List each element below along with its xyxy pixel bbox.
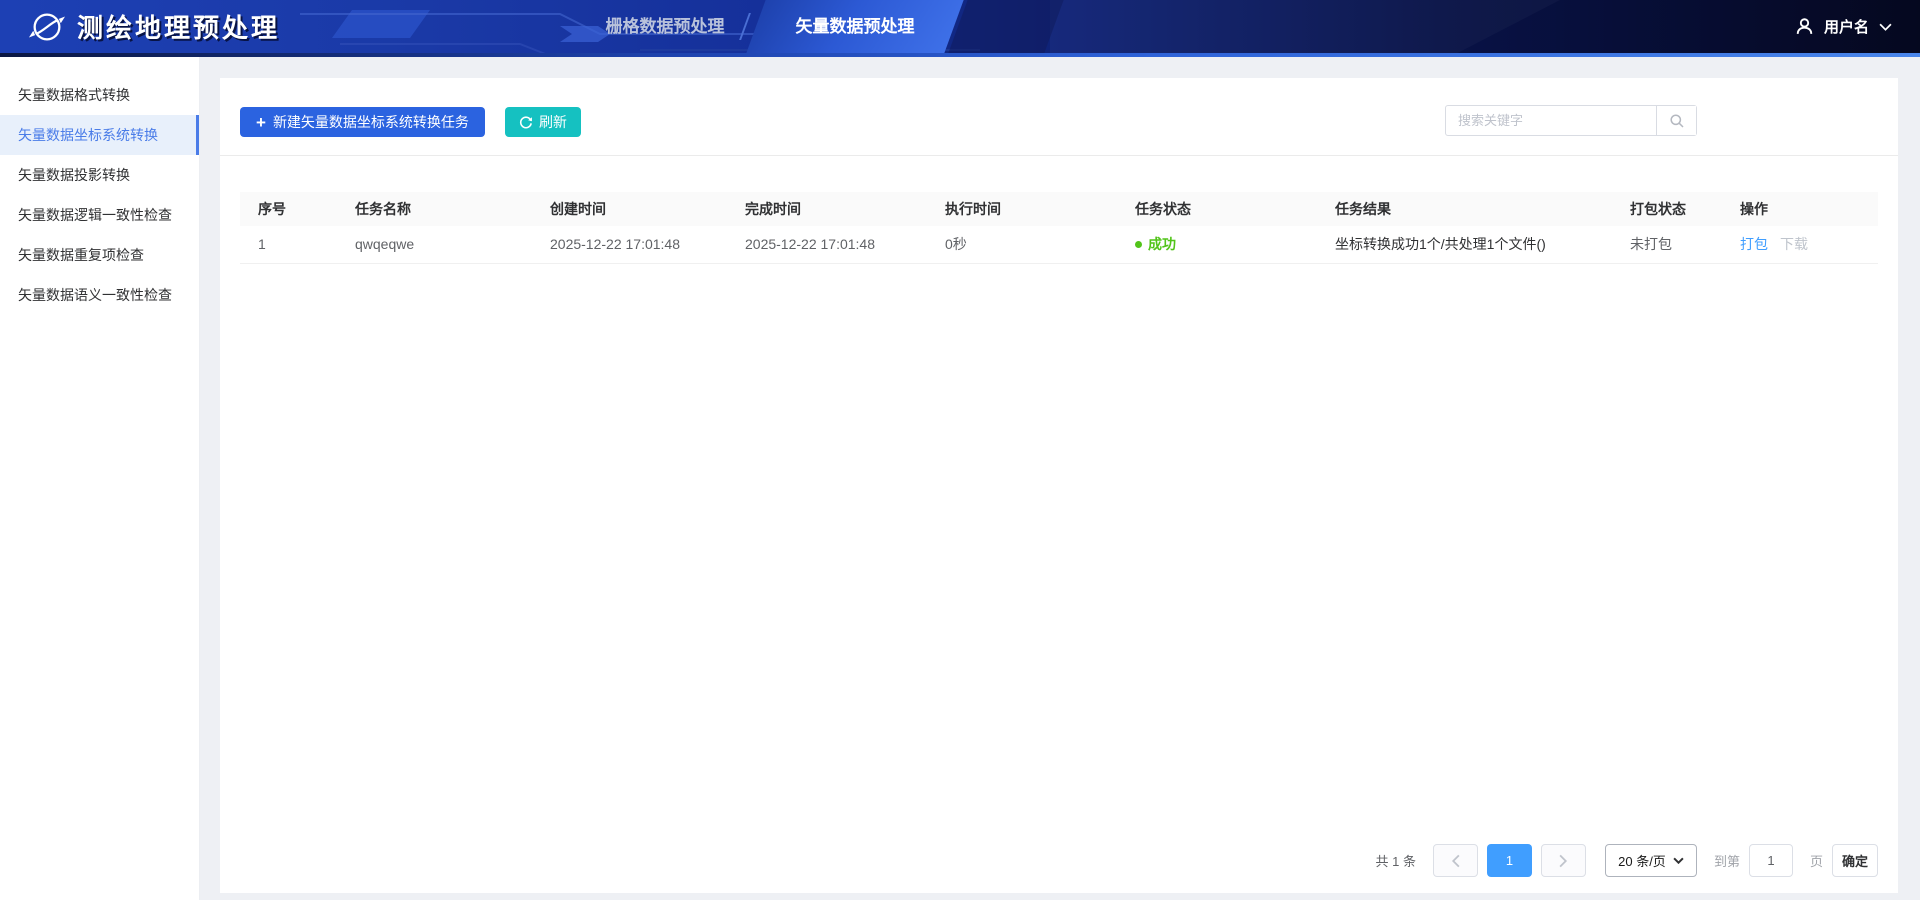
col-pack-status: 打包状态 [1612,192,1722,226]
app-header: 测绘地理预处理 栅格数据预处理 矢量数据预处理 用户名 [0,0,1920,57]
search-button[interactable] [1656,106,1696,135]
sidebar-item-duplicate-check[interactable]: 矢量数据重复项检查 [0,235,199,275]
search-input[interactable] [1446,106,1656,135]
col-exec-time: 执行时间 [927,192,1117,226]
logo-icon [28,13,66,40]
status-badge: 成功 [1148,236,1176,253]
cell-task-result: 坐标转换成功1个/共处理1个文件() [1317,226,1612,264]
refresh-button-label: 刷新 [538,114,567,130]
cell-pack-status: 未打包 [1612,226,1722,264]
sidebar-item-format-conversion[interactable]: 矢量数据格式转换 [0,75,199,115]
download-link[interactable]: 下载 [1780,236,1808,252]
col-task-name: 任务名称 [337,192,532,226]
table-row: 1 qwqeqwe 2025-12-22 17:01:48 2025-12-22… [240,226,1878,264]
chevron-down-icon [1879,23,1892,31]
pagination-total: 共 1 条 [1375,854,1416,869]
page-size-label: 20 条/页 [1618,854,1666,869]
goto-page-input[interactable] [1748,844,1793,877]
prev-page-button[interactable] [1432,844,1478,877]
search-icon [1669,113,1684,128]
chevron-right-icon [1559,854,1567,867]
sidebar: 矢量数据格式转换 矢量数据坐标系统转换 矢量数据投影转换 矢量数据逻辑一致性检查… [0,57,200,900]
page-title: 测绘地理预处理 [77,13,281,43]
table-header-row: 序号 任务名称 创建时间 完成时间 执行时间 任务状态 任务结果 打包状态 操作 [240,192,1878,226]
tab-vector-preprocessing[interactable]: 矢量数据预处理 [756,0,954,53]
tab-decor-shape [948,0,1064,53]
username-label: 用户名 [1823,19,1869,36]
brand: 测绘地理预处理 [28,0,280,53]
sidebar-item-semantic-consistency-check[interactable]: 矢量数据语义一致性检查 [0,275,199,315]
pack-link[interactable]: 打包 [1740,236,1768,252]
cell-created-time: 2025-12-22 17:01:48 [532,226,727,264]
cell-exec-time: 0秒 [927,226,1117,264]
task-table: 序号 任务名称 创建时间 完成时间 执行时间 任务状态 任务结果 打包状态 操作… [240,192,1878,264]
new-task-button[interactable]: + 新建矢量数据坐标系统转换任务 [240,107,485,137]
next-page-button[interactable] [1540,844,1586,877]
col-task-status: 任务状态 [1117,192,1317,226]
header-bottom-strip [0,53,1920,57]
refresh-button[interactable]: 刷新 [504,107,581,137]
select-caret-icon [1673,857,1684,864]
confirm-button[interactable]: 确定 [1832,844,1878,877]
sidebar-item-logical-consistency-check[interactable]: 矢量数据逻辑一致性检查 [0,195,199,235]
cell-index: 1 [240,226,337,264]
page-1-button[interactable]: 1 [1486,844,1532,877]
status-dot [1135,241,1142,249]
col-index: 序号 [240,192,337,226]
plus-icon: + [256,112,266,132]
pagination: 共 1 条 1 20 条/页 到第 页 确定 [1375,844,1878,877]
chevron-left-icon [1451,854,1460,867]
toolbar: + 新建矢量数据坐标系统转换任务 刷新 [240,107,581,137]
cell-task-status: 成功 [1117,226,1317,264]
user-menu[interactable]: 用户名 [1795,0,1892,53]
col-task-result: 任务结果 [1317,192,1612,226]
col-finished-time: 完成时间 [727,192,927,226]
toolbar-divider [220,155,1898,156]
sidebar-item-coordinate-system-conversion[interactable]: 矢量数据坐标系统转换 [0,115,199,155]
page-size-select[interactable]: 20 条/页 [1604,844,1697,877]
user-icon [1796,18,1813,34]
cell-task-name: qwqeqwe [337,226,532,264]
goto-suffix-label: 页 [1809,854,1823,869]
sidebar-item-projection-conversion[interactable]: 矢量数据投影转换 [0,155,199,195]
col-actions: 操作 [1722,192,1878,226]
cell-finished-time: 2025-12-22 17:01:48 [727,226,927,264]
col-created-time: 创建时间 [532,192,727,226]
tab-raster-preprocessing[interactable]: 栅格数据预处理 [580,0,750,53]
cell-actions: 打包 下载 [1722,226,1878,264]
search-box [1445,105,1697,136]
new-task-button-label: 新建矢量数据坐标系统转换任务 [272,114,469,130]
content-card: + 新建矢量数据坐标系统转换任务 刷新 搜索关键字 序号 任务名称 创建时间 完… [220,78,1898,893]
goto-prefix-label: 到第 [1713,854,1740,869]
refresh-icon [519,116,532,129]
